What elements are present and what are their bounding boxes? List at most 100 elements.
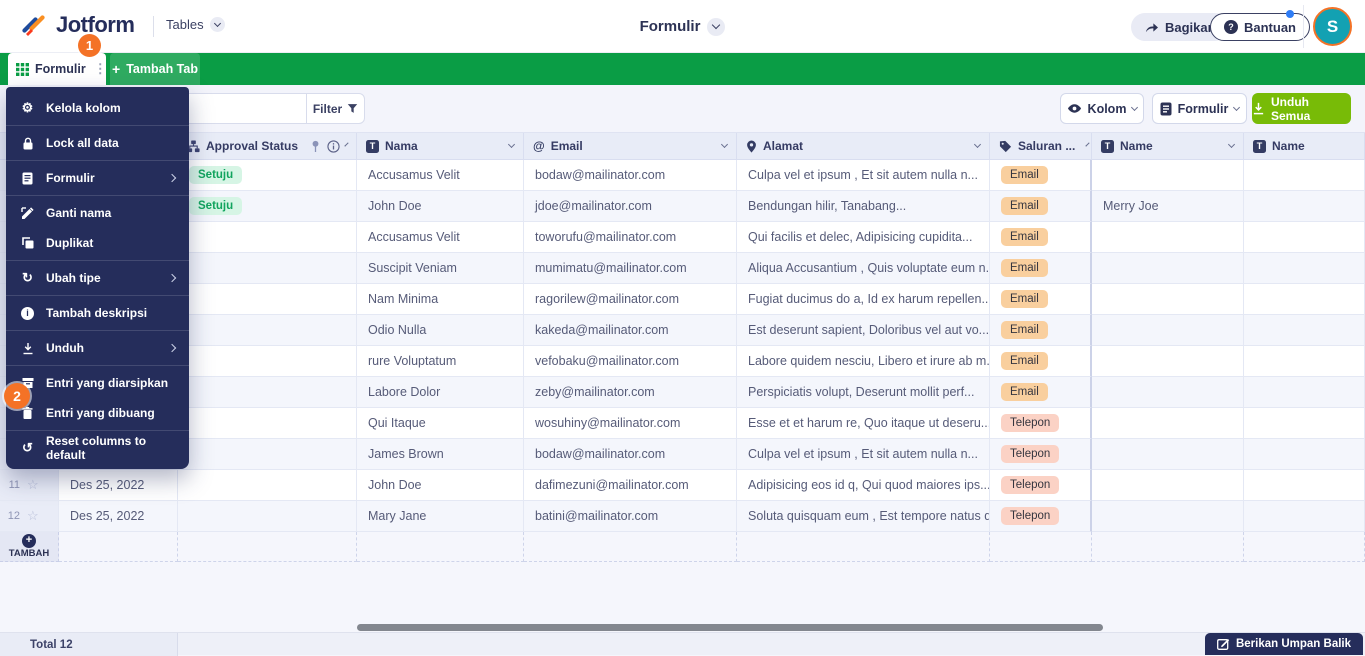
- cell-name-2[interactable]: [1244, 377, 1365, 408]
- tables-nav-dropdown[interactable]: Tables: [166, 17, 225, 32]
- cell-email[interactable]: vefobaku@mailinator.com: [524, 346, 737, 377]
- cell-saluran[interactable]: Email: [990, 160, 1092, 191]
- cell-email[interactable]: batini@mailinator.com: [524, 501, 737, 532]
- header-nama[interactable]: T Nama: [357, 133, 524, 159]
- cell-nama[interactable]: Labore Dolor: [357, 377, 524, 408]
- cell-name-1[interactable]: [1092, 346, 1244, 377]
- cell-nama[interactable]: Accusamus Velit: [357, 222, 524, 253]
- chevron-down-icon[interactable]: [507, 140, 516, 149]
- cell-saluran[interactable]: Email: [990, 377, 1092, 408]
- cell-name-1[interactable]: [1092, 222, 1244, 253]
- cell-name-2[interactable]: [1244, 501, 1365, 532]
- menu-item-entri-diarsipkan[interactable]: Entri yang diarsipkan: [6, 368, 189, 398]
- cell-name-2[interactable]: [1244, 346, 1365, 377]
- chevron-down-icon[interactable]: [720, 140, 729, 149]
- table-row[interactable]: 6☆Odio Nullakakeda@mailinator.comEst des…: [0, 315, 1365, 346]
- filter-button[interactable]: Filter: [306, 94, 364, 123]
- cell-alamat[interactable]: Perspiciatis volupt, Deserunt mollit per…: [737, 377, 990, 408]
- menu-item-reset-columns[interactable]: ↺ Reset columns to default: [6, 433, 189, 463]
- cell-saluran[interactable]: Email: [990, 346, 1092, 377]
- chevron-down-icon[interactable]: [344, 142, 349, 147]
- cell-name-2[interactable]: [1244, 191, 1365, 222]
- cell-email[interactable]: wosuhiny@mailinator.com: [524, 408, 737, 439]
- cell-approval-status[interactable]: [178, 284, 357, 315]
- cell-name-1[interactable]: [1092, 160, 1244, 191]
- cell-nama[interactable]: Nam Minima: [357, 284, 524, 315]
- header-email[interactable]: @ Email: [524, 133, 737, 159]
- info-icon[interactable]: [327, 139, 340, 153]
- cell-email[interactable]: mumimatu@mailinator.com: [524, 253, 737, 284]
- feedback-button[interactable]: Berikan Umpan Balik: [1205, 633, 1363, 655]
- jotform-logo[interactable]: Jotform: [20, 11, 135, 39]
- cell-email[interactable]: zeby@mailinator.com: [524, 377, 737, 408]
- cell-date[interactable]: Des 25, 2022: [59, 501, 178, 532]
- cell-saluran[interactable]: Email: [990, 222, 1092, 253]
- cell-name-2[interactable]: [1244, 408, 1365, 439]
- cell-alamat[interactable]: Soluta quisquam eum , Est tempore natus …: [737, 501, 990, 532]
- horizontal-scrollbar[interactable]: [357, 624, 1103, 631]
- add-entry-button[interactable]: + TAMBAH: [0, 532, 59, 562]
- columns-button[interactable]: Kolom: [1060, 93, 1144, 124]
- cell-email[interactable]: ragorilew@mailinator.com: [524, 284, 737, 315]
- cell-approval-status[interactable]: [178, 439, 357, 470]
- cell-approval-status[interactable]: [178, 315, 357, 346]
- cell-name-1[interactable]: [1092, 501, 1244, 532]
- cell-approval-status[interactable]: [178, 408, 357, 439]
- cell-name-1[interactable]: [1092, 253, 1244, 284]
- cell-saluran[interactable]: Email: [990, 253, 1092, 284]
- tab-options-icon[interactable]: ⋮: [94, 61, 107, 77]
- cell-saluran[interactable]: Email: [990, 284, 1092, 315]
- chevron-down-icon[interactable]: [1227, 140, 1236, 149]
- cell-alamat[interactable]: Esse et et harum re, Quo itaque ut deser…: [737, 408, 990, 439]
- user-avatar[interactable]: S: [1313, 7, 1352, 46]
- menu-item-tambah-deskripsi[interactable]: i Tambah deskripsi: [6, 298, 189, 328]
- cell-approval-status[interactable]: [178, 470, 357, 501]
- cell-nama[interactable]: John Doe: [357, 470, 524, 501]
- star-icon[interactable]: ☆: [27, 477, 39, 493]
- cell-approval-status[interactable]: [178, 377, 357, 408]
- header-alamat[interactable]: Alamat: [737, 133, 990, 159]
- cell-alamat[interactable]: Culpa vel et ipsum , Et sit autem nulla …: [737, 160, 990, 191]
- table-row[interactable]: 12 ☆ Des 25, 2022 Mary Jane batini@mailinato…: [0, 501, 1365, 532]
- cell-approval-status[interactable]: [178, 222, 357, 253]
- star-icon[interactable]: ☆: [27, 508, 39, 524]
- cell-approval-status[interactable]: [178, 346, 357, 377]
- menu-item-entri-dibuang[interactable]: Entri yang dibuang: [6, 398, 189, 428]
- tab-formulir[interactable]: Formulir ⋮: [8, 53, 107, 85]
- add-tab-button[interactable]: + Tambah Tab: [110, 53, 200, 85]
- header-approval-status[interactable]: Approval Status: [178, 133, 357, 159]
- cell-name-1[interactable]: [1092, 315, 1244, 346]
- cell-nama[interactable]: John Doe: [357, 191, 524, 222]
- cell-saluran[interactable]: Telepon: [990, 470, 1092, 501]
- cell-name-1[interactable]: Merry Joe: [1092, 191, 1244, 222]
- menu-item-formulir[interactable]: Formulir: [6, 163, 189, 193]
- cell-approval-status[interactable]: [178, 501, 357, 532]
- cell-email[interactable]: bodaw@mailinator.com: [524, 160, 737, 191]
- cell-email[interactable]: dafimezuni@mailinator.com: [524, 470, 737, 501]
- cell-saluran[interactable]: Email: [990, 315, 1092, 346]
- menu-item-ubah-tipe[interactable]: ↻ Ubah tipe: [6, 263, 189, 293]
- cell-alamat[interactable]: Culpa vel et ipsum , Et sit autem nulla …: [737, 439, 990, 470]
- cell-alamat[interactable]: Fugiat ducimus do a, Id ex harum repelle…: [737, 284, 990, 315]
- menu-item-unduh[interactable]: Unduh: [6, 333, 189, 363]
- table-row[interactable]: 8☆Labore Dolorzeby@mailinator.comPerspic…: [0, 377, 1365, 408]
- cell-name-2[interactable]: [1244, 470, 1365, 501]
- cell-name-1[interactable]: [1092, 408, 1244, 439]
- cell-alamat[interactable]: Bendungan hilir, Tanabang...: [737, 191, 990, 222]
- cell-name-1[interactable]: [1092, 470, 1244, 501]
- table-row[interactable]: 11 ☆ Des 25, 2022 John Doe dafimezuni@mailin…: [0, 470, 1365, 501]
- menu-item-lock-all-data[interactable]: Lock all data: [6, 128, 189, 158]
- cell-name-1[interactable]: [1092, 284, 1244, 315]
- cell-approval-status[interactable]: [178, 253, 357, 284]
- cell-name-2[interactable]: [1244, 315, 1365, 346]
- help-button[interactable]: ? Bantuan: [1210, 13, 1310, 41]
- cell-email[interactable]: jdoe@mailinator.com: [524, 191, 737, 222]
- cell-nama[interactable]: James Brown: [357, 439, 524, 470]
- menu-item-kelola-kolom[interactable]: ⚙ Kelola kolom: [6, 93, 189, 123]
- cell-saluran[interactable]: Email: [990, 191, 1092, 222]
- table-row[interactable]: 7☆rure Voluptatumvefobaku@mailinator.com…: [0, 346, 1365, 377]
- cell-nama[interactable]: Qui Itaque: [357, 408, 524, 439]
- cell-approval-status[interactable]: Setuju: [178, 160, 357, 191]
- cell-date[interactable]: Des 25, 2022: [59, 470, 178, 501]
- forms-button[interactable]: Formulir: [1152, 93, 1247, 124]
